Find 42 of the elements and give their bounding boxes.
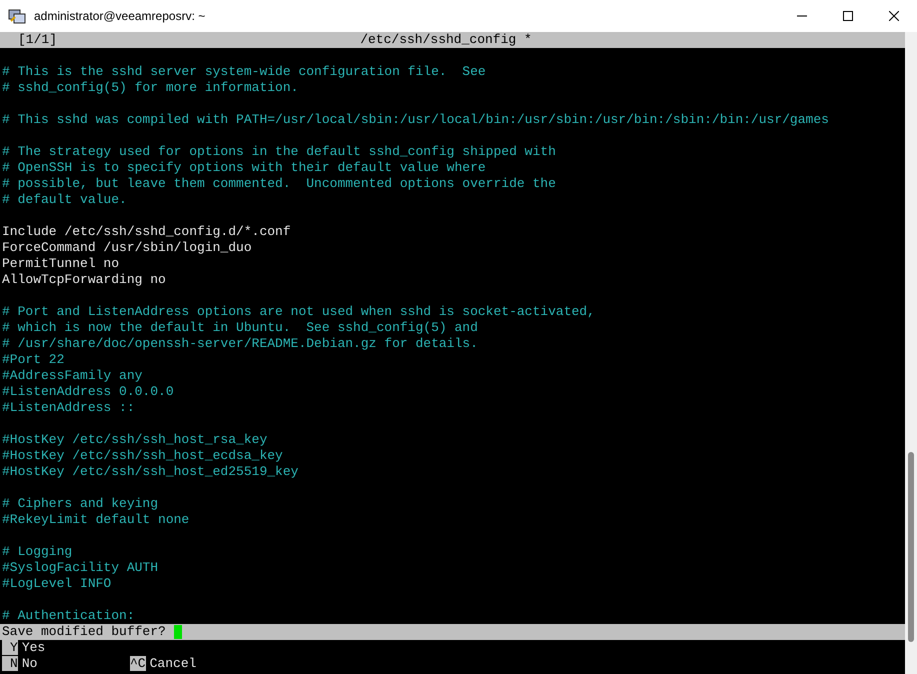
buffer-count: [1/1]	[17, 32, 58, 48]
config-line: Include /etc/ssh/sshd_config.d/*.conf	[2, 224, 291, 239]
comment-line: # default value.	[2, 192, 127, 207]
comment-line: #HostKey /etc/ssh/ssh_host_ecdsa_key	[2, 448, 283, 463]
comment-line: # sshd_config(5) for more information.	[2, 80, 298, 95]
comment-line: #SyslogFacility AUTH	[2, 560, 158, 575]
comment-line: #ListenAddress 0.0.0.0	[2, 384, 174, 399]
prompt-text: Save modified buffer?	[2, 624, 166, 639]
file-title: /etc/ssh/sshd_config *	[360, 32, 532, 48]
comment-line: #HostKey /etc/ssh/ssh_host_ed25519_key	[2, 464, 298, 479]
shortcut-key: Y	[2, 640, 18, 655]
shortcut-label: No	[20, 656, 38, 671]
comment-line: # OpenSSH is to specify options with their default value where	[2, 160, 486, 175]
config-line: ForceCommand /usr/sbin/login_duo	[2, 240, 252, 255]
comment-line: # This is the sshd server system-wide configuration file. See	[2, 64, 486, 79]
comment-line: # Ciphers and keying	[2, 496, 158, 511]
comment-line: #HostKey /etc/ssh/ssh_host_rsa_key	[2, 432, 268, 447]
comment-line: # Logging	[2, 544, 72, 559]
comment-line: #ListenAddress ::	[2, 400, 135, 415]
comment-line: # The strategy used for options in the default sshd_config shipped with	[2, 144, 556, 159]
maximize-icon	[843, 10, 853, 21]
text-cursor	[174, 624, 182, 639]
shortcut-key: N	[2, 656, 18, 671]
shortcut-label: Cancel	[148, 656, 196, 671]
comment-line: #Port 22	[2, 352, 64, 367]
window-title: administrator@veeamreposrv: ~	[34, 8, 206, 25]
shortcut-label: Yes	[20, 640, 46, 655]
config-line: PermitTunnel no	[2, 256, 120, 271]
comment-line: # Port and ListenAddress options are not used when sshd is socket-activated,	[2, 304, 595, 319]
shortcut-key: ^C	[130, 656, 146, 671]
comment-line: # This sshd was compiled with PATH=/usr/local/sbin:/usr/local/bin:/usr/sbin:/usr/bin:/sbin:/bin:/usr/games	[2, 112, 829, 127]
comment-line: #RekeyLimit default none	[2, 512, 190, 527]
comment-line: #AddressFamily any	[2, 368, 142, 383]
config-line: AllowTcpForwarding no	[2, 272, 166, 287]
comment-line: # Authentication:	[2, 608, 135, 623]
comment-line: # /usr/share/doc/openssh-server/README.Debian.gz for details.	[2, 336, 478, 351]
comment-line: # possible, but leave them commented. Uncommented options override the	[2, 176, 556, 191]
close-icon	[889, 10, 899, 21]
comment-line: #LogLevel INFO	[2, 576, 112, 591]
terminal-app-icon	[8, 7, 26, 25]
comment-line: # which is now the default in Ubuntu. See sshd_config(5) and	[2, 320, 478, 335]
scrollbar[interactable]	[905, 32, 917, 674]
